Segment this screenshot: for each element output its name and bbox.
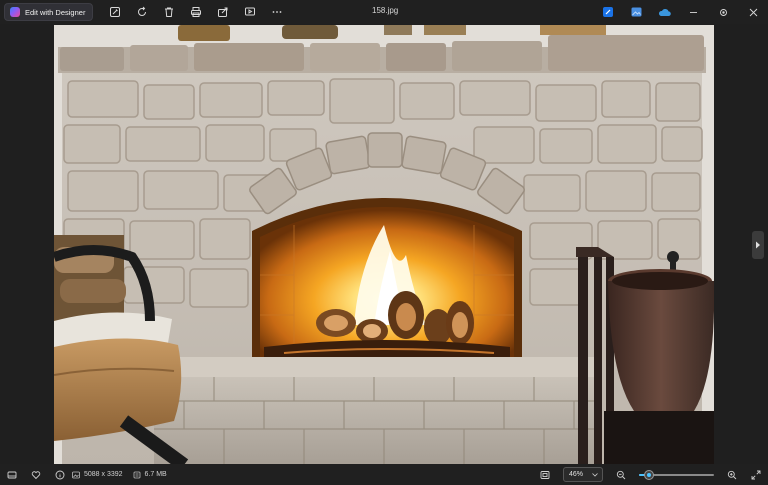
more-options-button[interactable] (263, 2, 290, 22)
gallery-button[interactable] (622, 2, 650, 22)
print-icon (190, 7, 201, 17)
close-icon (749, 8, 757, 16)
print-button[interactable] (182, 2, 209, 22)
fit-window-icon (540, 470, 550, 479)
designer-logo-icon (10, 7, 20, 17)
zoom-level-select[interactable]: 46% (563, 467, 603, 482)
onedrive-icon (658, 8, 671, 16)
chevron-right-icon (756, 241, 760, 249)
edit-icon (109, 7, 120, 17)
onedrive-button[interactable] (650, 2, 678, 22)
filmstrip-button[interactable] (0, 465, 24, 485)
file-name: 158.jpg (372, 6, 399, 15)
close-button[interactable] (738, 0, 768, 24)
clipchamp-button[interactable] (594, 2, 622, 22)
photos-app-window: Edit with Designer 158.jpg 5088 x 3392 6… (0, 0, 768, 485)
rotate-icon (137, 6, 146, 16)
fullscreen-icon (751, 470, 761, 479)
zoom-level-text: 46% (569, 471, 584, 478)
favorite-button[interactable] (24, 465, 48, 485)
fit-to-window-button[interactable] (533, 465, 557, 485)
gallery-icon (631, 7, 641, 17)
file-size-icon (133, 471, 140, 478)
zoom-in-button[interactable] (720, 465, 744, 485)
zoom-slider[interactable] (639, 469, 714, 481)
fullscreen-button[interactable] (744, 465, 768, 485)
clipchamp-icon (603, 7, 613, 17)
zoom-out-button[interactable] (609, 465, 633, 485)
heart-icon (31, 470, 41, 479)
zoom-in-icon (727, 470, 737, 479)
slideshow-button[interactable] (236, 2, 263, 22)
top-toolbar: Edit with Designer 158.jpg (0, 0, 768, 24)
zoom-out-icon (616, 470, 626, 479)
restore-button[interactable] (708, 0, 738, 24)
minimize-button[interactable] (678, 0, 708, 24)
slideshow-icon (244, 7, 255, 16)
share-button[interactable] (209, 2, 236, 22)
delete-icon (164, 7, 173, 17)
file-size-text: 6.7 MB (144, 471, 167, 478)
more-icon (272, 11, 282, 13)
info-icon (55, 470, 65, 479)
share-icon (217, 7, 228, 17)
restore-icon (719, 8, 727, 16)
minimize-icon (689, 11, 697, 13)
toolbar-actions (101, 2, 290, 22)
status-bar: 5088 x 3392 6.7 MB 46% (0, 464, 768, 485)
image-size-icon (72, 471, 80, 478)
info-button[interactable] (48, 465, 72, 485)
edit-with-designer-button[interactable]: Edit with Designer (4, 3, 94, 21)
fireplace-image (54, 25, 714, 465)
next-image-button[interactable] (752, 231, 764, 259)
delete-button[interactable] (155, 2, 182, 22)
dimensions-text: 5088 x 3392 (84, 471, 123, 478)
chevron-down-icon (592, 472, 598, 477)
rotate-button[interactable] (128, 2, 155, 22)
window-controls (594, 0, 768, 24)
image-viewer (0, 24, 768, 465)
image-dimensions: 5088 x 3392 (72, 471, 123, 479)
zoom-controls: 46% (533, 464, 768, 485)
file-size: 6.7 MB (133, 471, 167, 479)
fireplace-photo[interactable] (54, 25, 714, 465)
edit-button[interactable] (101, 2, 128, 22)
zoom-slider-thumb[interactable] (644, 469, 654, 480)
designer-button-label: Edit with Designer (25, 7, 86, 17)
filmstrip-icon (7, 471, 17, 478)
